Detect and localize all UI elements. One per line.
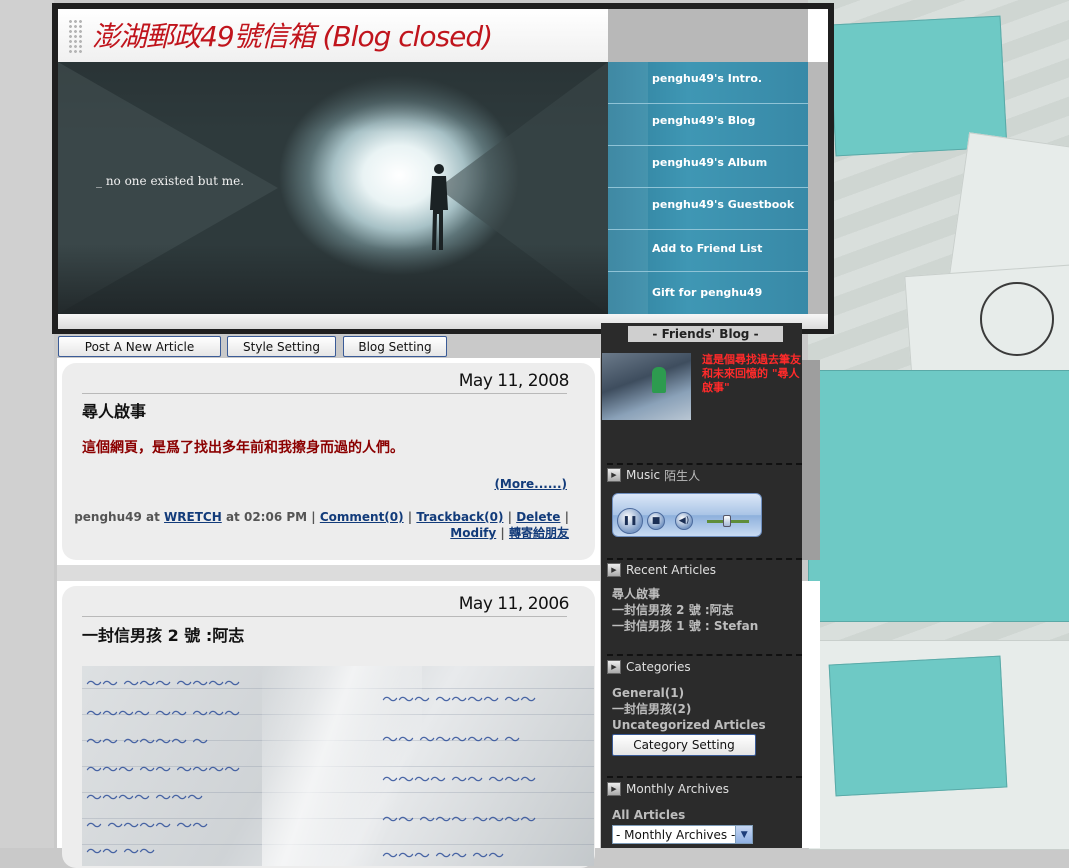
trackback-link[interactable]: Trackback(0) <box>416 510 503 524</box>
post-body: 這個網頁，是爲了找出多年前和我擦身而過的人們。 <box>82 440 404 456</box>
more-link[interactable]: (More......) <box>494 477 567 491</box>
meta-author: penghu49 at <box>74 510 160 524</box>
categories-title: ▶ Categories <box>607 659 691 675</box>
sidebar: - Friends' Blog - 這是個尋找過去筆友和未來回憶的 "尋人啟事"… <box>601 323 802 848</box>
comment-link[interactable]: Comment(0) <box>320 510 404 524</box>
teal-envelope <box>808 370 1069 622</box>
nav-label: penghu49's Intro. <box>652 72 763 85</box>
nav-label: Gift for penghu49 <box>652 286 763 299</box>
teal-envelope <box>828 655 1008 797</box>
blog-header: 澎湖郵政49號信箱 (Blog closed) _ no one existed… <box>52 3 834 334</box>
pause-icon[interactable]: ❚❚ <box>617 508 643 534</box>
music-section-title: ▶ Music 陌生人 <box>607 467 700 483</box>
category-setting-button[interactable]: Category Setting <box>612 734 756 756</box>
play-arrow-icon: ▶ <box>607 782 621 796</box>
post-title[interactable]: 一封信男孩 2 號 :阿志 <box>82 622 244 646</box>
forward-link[interactable]: 轉寄給朋友 <box>509 526 569 540</box>
nav-intro[interactable]: penghu49's Intro. <box>608 62 808 104</box>
post-meta: penghu49 at WRETCH at 02:06 PM | Comment… <box>74 510 569 540</box>
recent-article-link[interactable]: 尋人啟事 <box>612 586 758 602</box>
delete-link[interactable]: Delete <box>516 510 560 524</box>
nav-top-block <box>608 9 828 62</box>
postmark-stamp <box>980 282 1054 356</box>
nav-label: penghu49's Album <box>652 156 768 169</box>
music-player: ❚❚ ■ ◀) <box>612 493 762 537</box>
handwritten-letter-image: 〜〜 〜〜〜 〜〜〜〜 〜〜〜〜 〜〜 〜〜〜 〜〜 〜〜〜〜 〜 〜〜〜 〜〜… <box>82 666 594 866</box>
modify-link[interactable]: Modify <box>450 526 496 540</box>
nav-add-friend[interactable]: Add to Friend List <box>608 230 808 272</box>
category-link[interactable]: Uncategorized Articles <box>612 717 766 733</box>
post-date: May 11, 2006 <box>458 594 570 614</box>
play-arrow-icon: ▶ <box>607 563 621 577</box>
recent-article-link[interactable]: 一封信男孩 2 號 :阿志 <box>612 602 758 618</box>
category-link[interactable]: 一封信男孩(2) <box>612 701 766 717</box>
site-link[interactable]: WRETCH <box>164 510 222 524</box>
dots-icon <box>68 19 82 53</box>
recent-articles-title: ▶ Recent Articles <box>607 562 716 578</box>
blog-tagline: _ no one existed but me. <box>96 174 245 188</box>
nav-album[interactable]: penghu49's Album <box>608 146 808 188</box>
post-date: May 11, 2008 <box>458 371 570 391</box>
blog-title[interactable]: 澎湖郵政49號信箱 (Blog closed) <box>92 15 493 55</box>
walker-silhouette <box>430 164 448 250</box>
blog-setting-button[interactable]: Blog Setting <box>343 336 447 357</box>
category-link[interactable]: General(1) <box>612 685 766 701</box>
recent-article-link[interactable]: 一封信男孩 1 號 : Stefan <box>612 618 758 634</box>
article-post: May 11, 2006 一封信男孩 2 號 :阿志 〜〜 〜〜〜 〜〜〜〜 〜… <box>57 581 600 868</box>
style-setting-button[interactable]: Style Setting <box>227 336 336 357</box>
friend-description[interactable]: 這是個尋找過去筆友和未來回憶的 "尋人啟事" <box>702 353 802 395</box>
nav-blog[interactable]: penghu49's Blog <box>608 104 808 146</box>
post-article-button[interactable]: Post A New Article <box>58 336 221 357</box>
volume-icon[interactable]: ◀) <box>675 512 693 530</box>
play-arrow-icon: ▶ <box>607 468 621 482</box>
meta-time: at 02:06 PM | <box>225 510 316 524</box>
post-title[interactable]: 尋人啟事 <box>82 398 146 422</box>
recent-articles-list: 尋人啟事 一封信男孩 2 號 :阿志 一封信男孩 1 號 : Stefan <box>612 586 758 634</box>
nav-gift[interactable]: Gift for penghu49 <box>608 272 808 313</box>
friend-thumbnail[interactable] <box>602 353 691 420</box>
nav-panel: penghu49's Intro. penghu49's Blog penghu… <box>608 62 808 314</box>
nav-label: penghu49's Blog <box>652 114 756 127</box>
all-articles-link[interactable]: All Articles <box>612 807 685 823</box>
stop-icon[interactable]: ■ <box>647 512 665 530</box>
left-background <box>0 0 54 848</box>
friends-blog-title: - Friends' Blog - <box>628 326 783 342</box>
nav-guestbook[interactable]: penghu49's Guestbook <box>608 188 808 230</box>
nav-label: Add to Friend List <box>652 242 763 255</box>
monthly-archives-title: ▶ Monthly Archives <box>607 781 729 797</box>
monthly-archives-select[interactable]: - Monthly Archives - ▼ <box>612 825 753 844</box>
categories-list: General(1) 一封信男孩(2) Uncategorized Articl… <box>612 685 766 733</box>
chevron-down-icon: ▼ <box>735 826 752 843</box>
volume-slider[interactable] <box>723 515 731 527</box>
hero-image: _ no one existed but me. <box>58 62 608 314</box>
nav-label: penghu49's Guestbook <box>652 198 795 211</box>
article-post: May 11, 2008 尋人啟事 這個網頁，是爲了找出多年前和我擦身而過的人們… <box>57 358 600 565</box>
envelope-background <box>808 0 1069 850</box>
play-arrow-icon: ▶ <box>607 660 621 674</box>
